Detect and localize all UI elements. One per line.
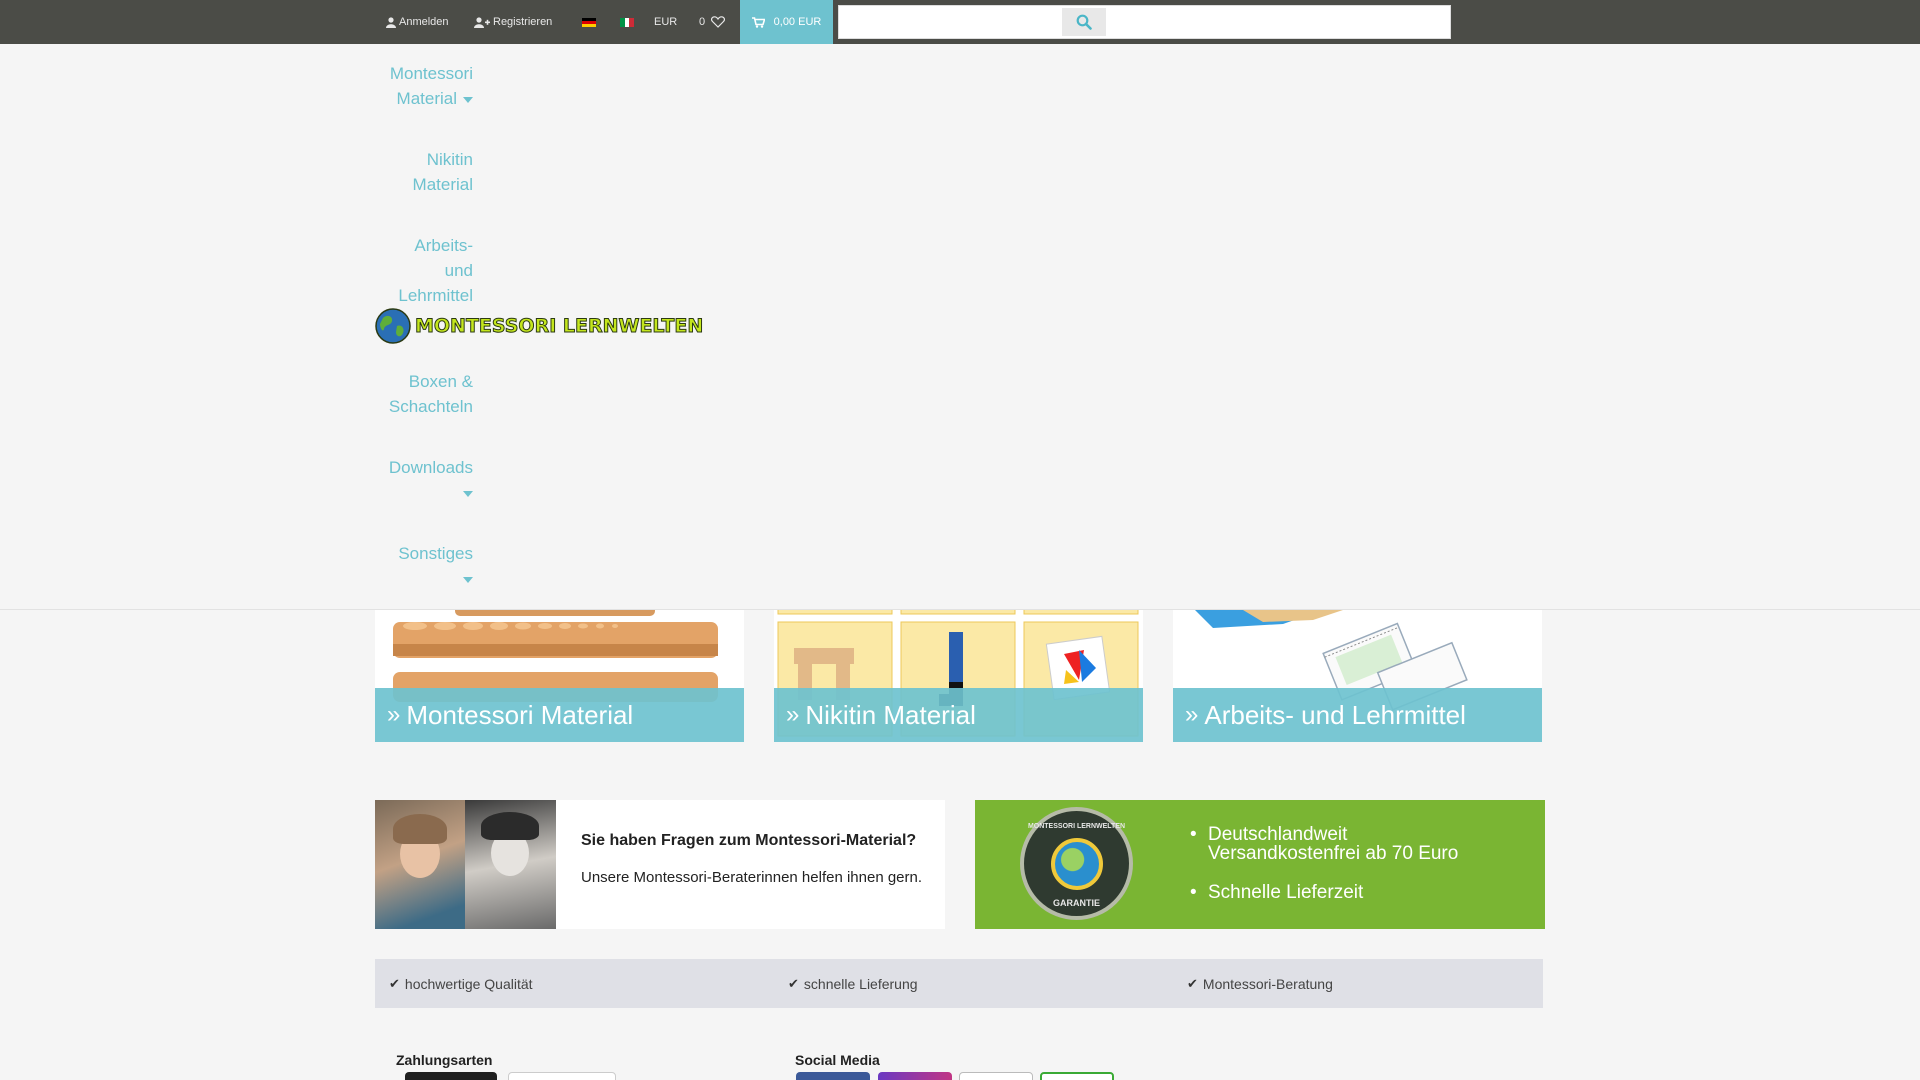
logo-text: MONTESSORI LERNWELTEN — [414, 315, 704, 338]
tile-label-text: Arbeits- und Lehrmittel — [1204, 699, 1466, 730]
menu-item-label: Material — [396, 89, 457, 108]
heart-icon — [711, 16, 726, 28]
globe-icon — [1051, 838, 1103, 890]
advisor-photo-2 — [465, 800, 556, 929]
caret-down-icon — [463, 490, 473, 497]
register-link[interactable]: Registrieren — [474, 0, 552, 44]
payment-method-icon[interactable] — [508, 1072, 616, 1080]
feature-delivery: ✔ schnelle Lieferung — [788, 959, 918, 1008]
seal-text-bottom: GARANTIE — [1053, 898, 1100, 908]
menu-item-label: Boxen & — [408, 372, 473, 391]
german-flag-icon — [582, 17, 596, 27]
menu-item-nikitin-material[interactable]: Nikitin Material — [353, 147, 473, 197]
seal-text-top: MONTESSORI LERNWELTEN — [1027, 823, 1126, 830]
feature-label: hochwertige Qualität — [404, 975, 533, 992]
social-link-icon[interactable] — [959, 1072, 1033, 1080]
feature-consultation: ✔ Montessori-Beratung — [1187, 959, 1333, 1008]
social-link-icon[interactable] — [1040, 1072, 1114, 1080]
menu-item-label: Material — [412, 175, 473, 194]
check-icon: ✔ — [788, 975, 799, 991]
site-logo[interactable]: MONTESSORI LERNWELTEN — [375, 308, 704, 344]
cart-icon — [751, 16, 765, 28]
login-label: Anmelden — [399, 16, 449, 28]
consultation-heading: Sie haben Fragen zum Montessori-Material… — [581, 832, 917, 849]
menu-item-label: und — [444, 261, 473, 280]
menu-item-label: Schachteln — [388, 397, 473, 416]
consultation-subtext: Unsere Montessori-Beraterinnen helfen ih… — [581, 869, 923, 886]
cart-button[interactable]: 0,00 EUR — [740, 0, 833, 44]
currency-label: EUR — [654, 16, 678, 28]
menu-item-label: Montessori — [389, 64, 473, 83]
tile-label-text: Montessori Material — [406, 699, 634, 730]
language-de-link[interactable] — [582, 0, 596, 44]
search-button[interactable] — [1062, 8, 1106, 36]
menu-item-label: Lehrmittel — [398, 286, 473, 305]
bullet-shipping-line1: Deutschlandweit — [1208, 824, 1348, 845]
double-chevron-right-icon: » — [387, 701, 401, 728]
user-icon — [386, 16, 396, 28]
menu-item-montessori-material[interactable]: Montessori Material — [353, 61, 473, 111]
search-input[interactable] — [841, 8, 1060, 36]
wishlist-count: 0 — [699, 16, 706, 28]
bullet-delivery: Schnelle Lieferzeit — [1190, 883, 1458, 902]
menu-item-boxen-schachteln[interactable]: Boxen & Schachteln — [353, 369, 473, 419]
check-icon: ✔ — [1187, 975, 1198, 991]
menu-item-downloads[interactable]: Downloads — [353, 455, 473, 505]
double-chevron-right-icon: » — [786, 701, 800, 728]
guarantee-seal-icon: MONTESSORI LERNWELTEN GARANTIE — [1020, 807, 1133, 920]
cart-total: 0,00 EUR — [773, 16, 822, 28]
bullet-delivery-text: Schnelle Lieferzeit — [1208, 882, 1364, 903]
check-icon: ✔ — [389, 975, 400, 991]
social-media-title: Social Media — [795, 1052, 880, 1068]
guarantee-bullets: DeutschlandweitVersandkostenfrei ab 70 E… — [1190, 825, 1458, 922]
caret-down-icon — [463, 576, 473, 583]
globe-logo-icon — [375, 308, 411, 344]
double-chevron-right-icon: » — [1185, 701, 1199, 728]
user-plus-icon — [474, 16, 490, 28]
category-tile-nikitin-material[interactable]: » Nikitin Material — [774, 610, 1143, 742]
wishlist-link[interactable]: 0 — [699, 0, 728, 44]
caret-down-icon — [463, 96, 473, 103]
header-menu-panel: Montessori Material Nikitin Material Arb… — [0, 44, 1920, 610]
facebook-icon[interactable] — [796, 1072, 870, 1080]
menu-item-label: Sonstiges — [398, 544, 473, 563]
category-tile-arbeits-und-lehrmittel[interactable]: » Arbeits- und Lehrmittel — [1173, 610, 1542, 742]
feature-bar: ✔ hochwertige Qualität ✔ schnelle Lieferun… — [375, 959, 1543, 1008]
bullet-shipping-line2: Versandkostenfrei ab 70 Euro — [1208, 843, 1459, 864]
feature-label: Montessori-Beratung — [1202, 975, 1333, 992]
advisor-photos — [375, 800, 556, 929]
page: Anmelden Registrieren EUR 0 0,00 EUR Mon… — [0, 0, 1920, 1080]
instagram-icon[interactable] — [878, 1072, 952, 1080]
search-form — [838, 5, 1451, 39]
top-bar: Anmelden Registrieren EUR 0 0,00 EUR — [0, 0, 1920, 44]
consultation-text: Sie haben Fragen zum Montessori-Material… — [556, 800, 922, 929]
payment-methods-title: Zahlungsarten — [396, 1052, 493, 1068]
tile-label: » Montessori Material — [375, 688, 744, 742]
advisor-photo-1 — [375, 800, 465, 929]
payment-method-icon[interactable] — [405, 1072, 497, 1080]
consultation-banner[interactable]: Sie haben Fragen zum Montessori-Material… — [375, 800, 945, 929]
language-it-link[interactable] — [620, 0, 635, 44]
search-icon — [1076, 14, 1092, 30]
guarantee-banner[interactable]: MONTESSORI LERNWELTEN GARANTIE Deutschla… — [975, 800, 1545, 929]
category-tile-montessori-material[interactable]: » Montessori Material — [375, 610, 744, 742]
register-label: Registrieren — [493, 16, 553, 28]
tile-label: » Nikitin Material — [774, 688, 1143, 742]
italian-flag-icon — [620, 17, 635, 27]
tile-label: » Arbeits- und Lehrmittel — [1173, 688, 1542, 742]
menu-item-label: Downloads — [388, 458, 473, 477]
feature-quality: ✔ hochwertige Qualität — [389, 959, 533, 1008]
menu-item-arbeits-und-lehrmittel[interactable]: Arbeits- und Lehrmittel — [353, 233, 473, 308]
feature-label: schnelle Lieferung — [803, 975, 918, 992]
login-link[interactable]: Anmelden — [386, 0, 449, 44]
bullet-shipping: DeutschlandweitVersandkostenfrei ab 70 E… — [1190, 825, 1458, 863]
tile-label-text: Nikitin Material — [805, 699, 976, 730]
currency-selector[interactable]: EUR — [654, 0, 677, 44]
menu-item-label: Arbeits- — [414, 236, 473, 255]
menu-item-label: Nikitin — [426, 150, 473, 169]
menu-item-sonstiges[interactable]: Sonstiges — [353, 541, 473, 591]
